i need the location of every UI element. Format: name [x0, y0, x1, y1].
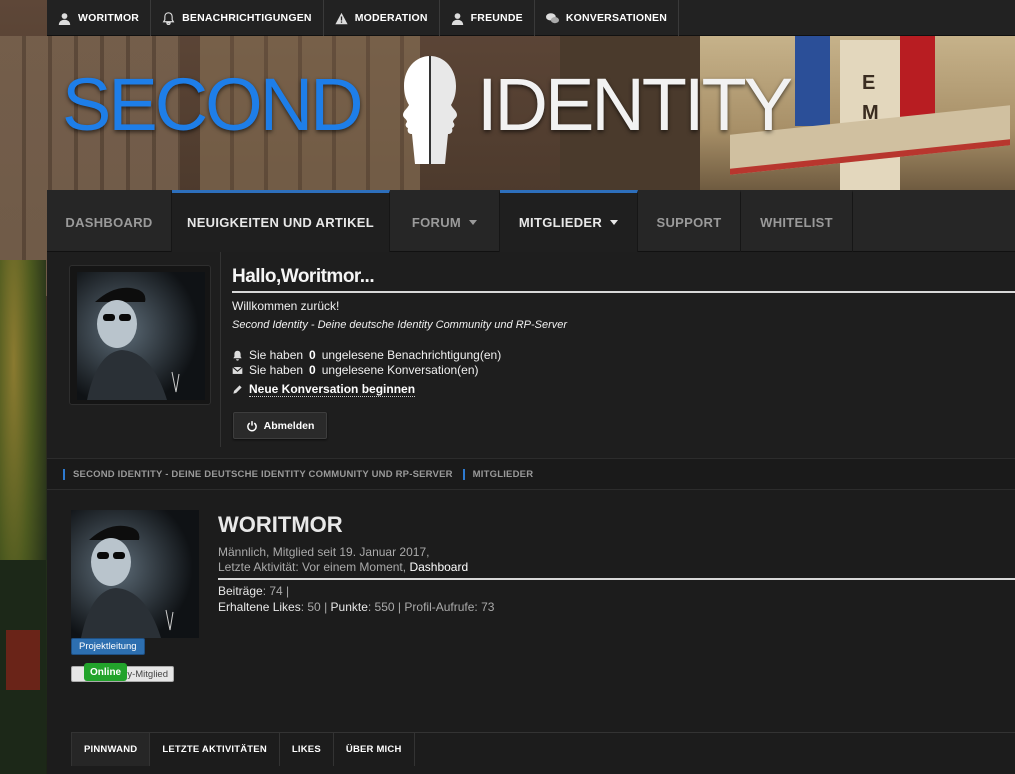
breadcrumb-item-members[interactable]: MITGLIEDER — [462, 468, 534, 480]
tab-recent-activity[interactable]: LETZTE AKTIVITÄTEN — [150, 733, 280, 766]
notif-count: 0 — [309, 348, 316, 362]
two-faces-logo-icon — [403, 56, 457, 164]
rank-badge: Projektleitung — [71, 638, 145, 655]
profile-avatar[interactable] — [71, 510, 199, 638]
envelope-icon — [232, 366, 243, 374]
user-menu-woritmor[interactable]: WORITMOR — [47, 0, 152, 36]
profile-meta-joined: Männlich, Mitglied seit 19. Januar 2017, — [218, 545, 430, 559]
tab-label: DASHBOARD — [65, 215, 153, 230]
unread-notifications-line[interactable]: Sie haben 0 ungelesene Benachrichtigung(en… — [232, 348, 501, 362]
user-icon — [451, 12, 463, 25]
avatar — [77, 272, 205, 400]
tab-label: WHITELIST — [760, 215, 833, 230]
bell-icon — [233, 350, 242, 361]
points-value: : 550 — [367, 600, 395, 614]
divider — [220, 252, 221, 447]
tab-label: NEUIGKEITEN UND ARTIKEL — [187, 215, 374, 230]
moderation-label: MODERATION — [354, 12, 428, 24]
divider — [218, 578, 1015, 580]
posts-label[interactable]: Beiträge — [218, 584, 263, 598]
logo-text-identity: IDENTITY — [477, 63, 793, 146]
site-slogan: Second Identity - Deine deutsche Identit… — [232, 319, 568, 331]
power-icon — [246, 420, 257, 431]
chat-icon — [545, 12, 559, 23]
likes-value: : 50 — [300, 600, 321, 614]
views-label: Profil-Aufrufe — [404, 600, 475, 614]
profile-stats-row1: Beiträge: 74 | — [218, 584, 290, 598]
tab-support[interactable]: SUPPORT — [638, 190, 741, 252]
profile-meta-activity: Letzte Aktivität: Vor einem Moment, Dash… — [218, 560, 468, 574]
tab-label: FORUM — [411, 215, 462, 230]
new-conversation-label: Neue Konversation beginnen — [249, 382, 416, 397]
points-label[interactable]: Punkte — [331, 600, 368, 614]
online-status-badge: Online — [84, 663, 128, 681]
activity-link-dashboard[interactable]: Dashboard — [409, 560, 468, 574]
tab-dashboard[interactable]: DASHBOARD — [47, 190, 172, 252]
breadcrumb: SECOND IDENTITY - DEINE DEUTSCHE IDENTIT… — [47, 458, 1015, 490]
user-panel-bar: WORITMOR BENACHRICHTIGUNGEN MODERATION F… — [47, 0, 1015, 36]
conversations-menu[interactable]: KONVERSATIONEN — [535, 0, 680, 36]
notifications-menu[interactable]: BENACHRICHTIGUNGEN — [151, 0, 324, 36]
logout-button[interactable]: Abmelden — [233, 412, 327, 439]
logo-text-second: SECOND — [62, 63, 364, 146]
avatar-frame[interactable] — [69, 265, 211, 405]
main-navigation: DASHBOARD NEUIGKEITEN UND ARTIKEL FORUM … — [47, 190, 1015, 252]
divider — [232, 291, 1015, 293]
profile-tabs: PINNWAND LETZTE AKTIVITÄTEN LIKES ÜBER M… — [71, 732, 1015, 766]
tab-label: SUPPORT — [656, 215, 722, 230]
moderation-menu[interactable]: MODERATION — [324, 0, 440, 36]
main-content-panel: DASHBOARD NEUIGKEITEN UND ARTIKEL FORUM … — [47, 190, 1015, 774]
conversations-label: KONVERSATIONEN — [565, 12, 668, 24]
tab-wall[interactable]: PINNWAND — [72, 733, 151, 766]
user-icon — [58, 12, 71, 25]
views-value: : 73 — [474, 600, 495, 614]
conv-count: 0 — [309, 363, 316, 377]
friends-label: FREUNDE — [470, 12, 523, 24]
tab-likes[interactable]: LIKES — [280, 733, 334, 766]
bell-icon — [162, 11, 175, 25]
warning-icon — [335, 12, 348, 24]
profile-stats-row2: Erhaltene Likes: 50 | Punkte: 550 | Prof… — [218, 600, 495, 614]
tab-label: MITGLIEDER — [518, 215, 603, 230]
tab-members[interactable]: MITGLIEDER — [500, 190, 638, 252]
breadcrumb-item-home[interactable]: SECOND IDENTITY - DEINE DEUTSCHE IDENTIT… — [63, 468, 453, 480]
user-menu-label: WORITMOR — [78, 12, 140, 24]
welcome-greeting: Willkommen zurück! — [232, 299, 340, 313]
profile-username: WORITMOR — [218, 512, 343, 537]
tab-whitelist[interactable]: WHITELIST — [741, 190, 853, 252]
friends-menu[interactable]: FREUNDE — [440, 0, 535, 36]
tab-news-articles[interactable]: NEUIGKEITEN UND ARTIKEL — [172, 190, 390, 252]
notif-post: ungelesene Benachrichtigung(en) — [321, 348, 502, 362]
tab-about-me[interactable]: ÜBER MICH — [334, 733, 415, 766]
profile-header: Projektleitung y-Mitglied Online WORITMO… — [47, 490, 1015, 774]
welcome-box: Hallo,Woritmor... Willkommen zurück! Sec… — [47, 252, 1015, 458]
posts-value: : 74 — [262, 584, 283, 598]
conv-post: ungelesene Konversation(en) — [321, 363, 479, 377]
logout-label: Abmelden — [263, 419, 315, 432]
pencil-icon — [233, 385, 242, 394]
notifications-label: BENACHRICHTIGUNGEN — [182, 12, 312, 24]
unread-conversations-line[interactable]: Sie haben 0 ungelesene Konversation(en) — [232, 363, 479, 377]
likes-label[interactable]: Erhaltene Likes — [218, 600, 301, 614]
site-logo[interactable]: SECOND IDENTITY — [62, 52, 793, 172]
activity-text: Letzte Aktivität: Vor einem Moment, — [218, 560, 407, 574]
chevron-down-icon — [469, 220, 478, 225]
conv-pre: Sie haben — [249, 363, 304, 377]
chevron-down-icon — [610, 220, 619, 225]
new-conversation-link[interactable]: Neue Konversation beginnen — [232, 382, 416, 397]
tab-forum[interactable]: FORUM — [390, 190, 500, 252]
notif-pre: Sie haben — [249, 348, 304, 362]
welcome-title: Hallo,Woritmor... — [232, 266, 375, 287]
